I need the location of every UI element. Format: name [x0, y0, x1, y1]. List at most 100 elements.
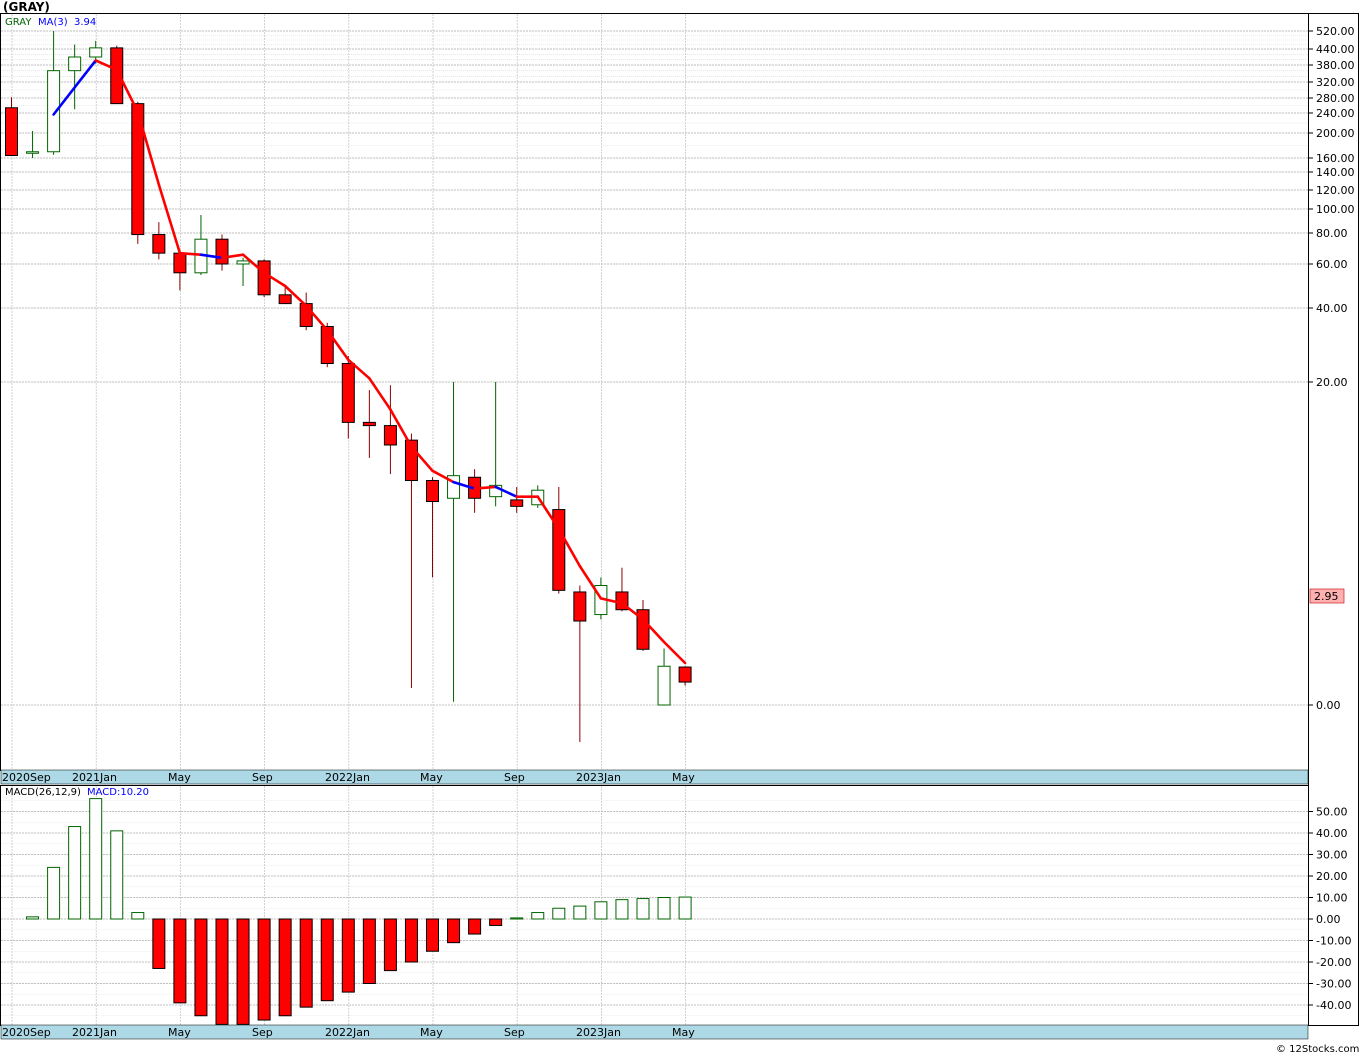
x-tick-label: 2020Sep	[2, 1026, 51, 1039]
x-tick-label: May	[420, 771, 443, 784]
macd-bar	[678, 896, 692, 920]
x-tick-label: Sep	[252, 1026, 273, 1039]
macd-bar	[215, 918, 229, 1025]
macd-bar	[110, 830, 124, 920]
price-y-tick-label: 440.00	[1316, 43, 1355, 56]
ma-segment	[662, 640, 687, 665]
price-y-tick-label: 0.00	[1316, 699, 1341, 712]
price-y-tick-label: 280.00	[1316, 92, 1355, 105]
macd-legend-label: MACD(26,12,9)	[5, 787, 81, 798]
candle-body	[89, 47, 103, 58]
macd-bar	[615, 899, 629, 920]
candle-body	[278, 294, 292, 305]
macd-bar	[299, 918, 313, 1008]
x-tick-label: 2023Jan	[576, 1026, 621, 1039]
candle-body	[510, 499, 524, 507]
macd-bar	[489, 918, 503, 926]
x-tick-label: May	[168, 1026, 191, 1039]
price-y-axis-labels: 520.00 440.00 380.00 320.00 280.00 240.00 200.…	[1309, 25, 1355, 712]
price-panel-frame	[0, 13, 1309, 771]
candle-body	[236, 260, 250, 265]
candle-body	[383, 425, 397, 446]
candle-body	[173, 252, 187, 274]
ma-segment	[178, 251, 203, 256]
macd-histogram	[26, 798, 692, 1025]
price-x-axis-labels: 2020Sep 2021Jan May Sep 2022Jan May Sep 2023Jan…	[2, 771, 695, 784]
macd-bar	[573, 905, 587, 920]
macd-bar	[594, 901, 608, 920]
ma-segment	[368, 376, 392, 411]
x-tick-label: 2022Jan	[325, 771, 370, 784]
macd-y-tick-label: -30.00	[1316, 978, 1351, 991]
price-y-tick-label: 160.00	[1316, 152, 1355, 165]
candle-body	[678, 666, 692, 683]
chart-title: (GRAY)	[3, 0, 50, 14]
footer-credit: © 12Stocks.com	[1276, 1044, 1359, 1055]
x-tick-label: May	[420, 1026, 443, 1039]
candle-body	[215, 238, 229, 265]
macd-y-tick-label: 50.00	[1316, 806, 1348, 819]
candle-body	[68, 56, 82, 72]
macd-bar	[278, 918, 292, 1017]
x-tick-label: May	[672, 771, 695, 784]
price-y-tick-label: 20.00	[1316, 376, 1348, 389]
x-tick-label: 2020Sep	[2, 771, 51, 784]
macd-bar	[468, 918, 482, 935]
macd-bar	[426, 918, 439, 952]
price-y-tick-label: 520.00	[1316, 25, 1355, 38]
price-y-tick-label: 120.00	[1316, 184, 1355, 197]
macd-bar	[510, 917, 524, 920]
x-tick-label: 2023Jan	[576, 771, 621, 784]
ma-segment	[473, 485, 497, 490]
price-x-axis-band	[0, 769, 1309, 785]
x-tick-label: Sep	[252, 771, 273, 784]
price-y-tick-label: 100.00	[1316, 203, 1355, 216]
price-y-tick-label: 240.00	[1316, 107, 1355, 120]
macd-y-axis-labels: 50.00 40.00 30.00 20.00 10.00 0.00 -10.00 -20.0…	[1309, 806, 1351, 1012]
macd-bar	[26, 916, 40, 920]
x-tick-label: Sep	[504, 1026, 525, 1039]
candle-body	[26, 151, 40, 154]
price-grid	[1, 14, 1308, 770]
x-tick-label: 2021Jan	[72, 1026, 117, 1039]
macd-y-tick-label: 40.00	[1316, 827, 1348, 840]
price-y-tick-label: 380.00	[1316, 59, 1355, 72]
candle-body	[257, 260, 271, 296]
macd-legend-value: MACD:10.20	[87, 787, 149, 798]
price-y-tick-label: 60.00	[1316, 258, 1348, 271]
macd-bar	[362, 918, 376, 984]
x-tick-label: 2022Jan	[325, 1026, 370, 1039]
candle-body	[5, 107, 18, 156]
macd-bar	[531, 912, 545, 920]
macd-y-tick-label: 0.00	[1316, 913, 1341, 926]
candle-body	[341, 363, 355, 423]
x-tick-label: Sep	[504, 771, 525, 784]
last-price-label: 2.95	[1314, 590, 1339, 603]
macd-bar	[173, 918, 187, 1004]
macd-y-tick-label: -40.00	[1316, 999, 1351, 1012]
candle-body	[426, 480, 439, 503]
macd-bar	[383, 918, 397, 972]
x-tick-label: May	[168, 771, 191, 784]
price-y-tick-label: 200.00	[1316, 127, 1355, 140]
macd-bar	[131, 912, 145, 920]
candle-body	[152, 234, 166, 254]
candlesticks	[5, 31, 692, 742]
macd-bar	[257, 918, 271, 1021]
macd-bar	[68, 826, 82, 920]
macd-y-tick-label: 30.00	[1316, 849, 1348, 862]
legend-symbol: GRAY	[5, 17, 32, 28]
moving-average-line	[52, 59, 687, 665]
price-y-tick-label: 40.00	[1316, 302, 1348, 315]
macd-bar	[152, 918, 166, 969]
macd-bar	[236, 918, 250, 1025]
macd-bar	[341, 918, 355, 993]
macd-bar	[447, 918, 461, 944]
macd-y-tick-label: -20.00	[1316, 956, 1351, 969]
macd-bar	[194, 918, 208, 1017]
macd-x-axis-band	[0, 1024, 1309, 1040]
candle-body	[657, 665, 671, 706]
candle-body	[362, 421, 376, 427]
price-y-tick-label: 140.00	[1316, 166, 1355, 179]
macd-bar	[552, 907, 566, 920]
